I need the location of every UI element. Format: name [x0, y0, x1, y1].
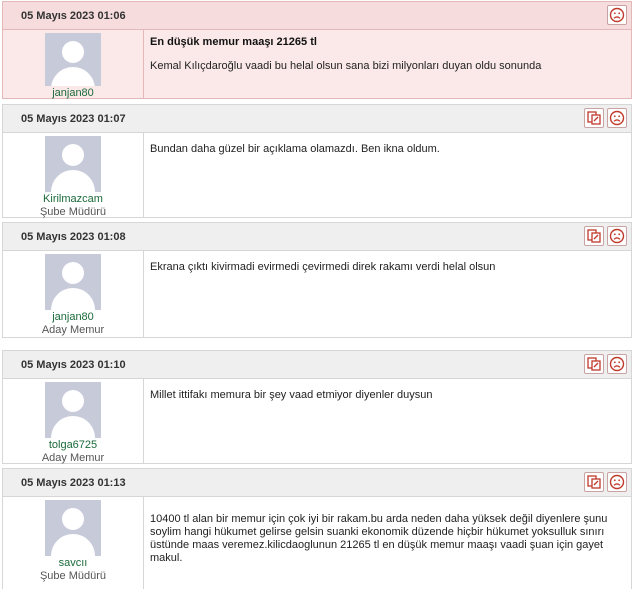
post-header: 05 Mayıs 2023 01:06	[3, 2, 631, 30]
username[interactable]: savcıı	[59, 557, 88, 569]
sad-face-report-icon	[609, 7, 625, 23]
post-date: 05 Mayıs 2023 01:07	[21, 113, 126, 125]
post-1: 05 Mayıs 2023 01:06 janjan80 En düşük me…	[2, 1, 632, 99]
author-panel: Kirilmazcam Şube Müdürü	[3, 133, 144, 218]
author-panel: janjan80	[3, 30, 144, 99]
quote-icon	[587, 357, 601, 371]
post-3: 05 Mayıs 2023 01:08 janjan80 Aday Memur …	[2, 222, 632, 338]
user-rank: Aday Memur	[41, 324, 105, 336]
username[interactable]: janjan80	[52, 87, 94, 99]
post-date: 05 Mayıs 2023 01:08	[21, 231, 126, 243]
post-date: 05 Mayıs 2023 01:06	[21, 10, 126, 22]
quote-icon	[587, 475, 601, 489]
post-text: Kemal Kılıçdaroğlu vaadi bu helal olsun …	[150, 60, 542, 72]
post-content: 10400 tl alan bir memur için çok iyi bir…	[144, 497, 631, 589]
post-5: 05 Mayıs 2023 01:13 savcıı Şube Müdürü 1…	[2, 468, 632, 589]
quote-button[interactable]	[584, 226, 604, 246]
post-text: 10400 tl alan bir memur için çok iyi bir…	[150, 513, 608, 564]
post-content: Ekrana çıktı kivirmadi evirmedi çevirmed…	[144, 251, 631, 338]
post-content: Bundan daha güzel bir açıklama olamazdı.…	[144, 133, 631, 218]
avatar	[45, 254, 101, 310]
post-header: 05 Mayıs 2023 01:10	[3, 351, 631, 379]
sad-face-report-icon	[609, 110, 625, 126]
report-button[interactable]	[607, 354, 627, 374]
post-text: Ekrana çıktı kivirmadi evirmedi çevirmed…	[150, 261, 496, 273]
username[interactable]: Kirilmazcam	[43, 193, 103, 205]
post-2: 05 Mayıs 2023 01:07 Kirilmazcam Şube Müd…	[2, 104, 632, 218]
username[interactable]: tolga6725	[49, 439, 97, 451]
username[interactable]: janjan80	[52, 311, 94, 323]
post-header: 05 Mayıs 2023 01:08	[3, 223, 631, 251]
author-panel: savcıı Şube Müdürü	[3, 497, 144, 589]
author-panel: tolga6725 Aday Memur	[3, 379, 144, 464]
avatar	[45, 33, 101, 86]
report-button[interactable]	[607, 5, 627, 25]
user-rank: Şube Müdürü	[39, 570, 107, 582]
post-title: En düşük memur maaşı 21265 tl	[150, 36, 317, 48]
report-button[interactable]	[607, 108, 627, 128]
user-rank: Aday Memur	[41, 452, 105, 464]
avatar	[45, 500, 101, 556]
user-rank: Şube Müdürü	[39, 206, 107, 218]
post-header: 05 Mayıs 2023 01:13	[3, 469, 631, 497]
quote-button[interactable]	[584, 108, 604, 128]
post-content: Millet ittifakı memura bir şey vaad etmi…	[144, 379, 631, 464]
quote-icon	[587, 229, 601, 243]
quote-icon	[587, 111, 601, 125]
post-content: En düşük memur maaşı 21265 tl Kemal Kılı…	[144, 30, 631, 99]
author-panel: janjan80 Aday Memur	[3, 251, 144, 338]
post-text: Bundan daha güzel bir açıklama olamazdı.…	[150, 143, 440, 155]
post-text: Millet ittifakı memura bir şey vaad etmi…	[150, 389, 433, 401]
avatar	[45, 136, 101, 192]
post-date: 05 Mayıs 2023 01:13	[21, 477, 126, 489]
post-header: 05 Mayıs 2023 01:07	[3, 105, 631, 133]
post-4: 05 Mayıs 2023 01:10 tolga6725 Aday Memur…	[2, 350, 632, 464]
sad-face-report-icon	[609, 474, 625, 490]
quote-button[interactable]	[584, 472, 604, 492]
report-button[interactable]	[607, 226, 627, 246]
sad-face-report-icon	[609, 228, 625, 244]
sad-face-report-icon	[609, 356, 625, 372]
avatar	[45, 382, 101, 438]
post-date: 05 Mayıs 2023 01:10	[21, 359, 126, 371]
report-button[interactable]	[607, 472, 627, 492]
quote-button[interactable]	[584, 354, 604, 374]
